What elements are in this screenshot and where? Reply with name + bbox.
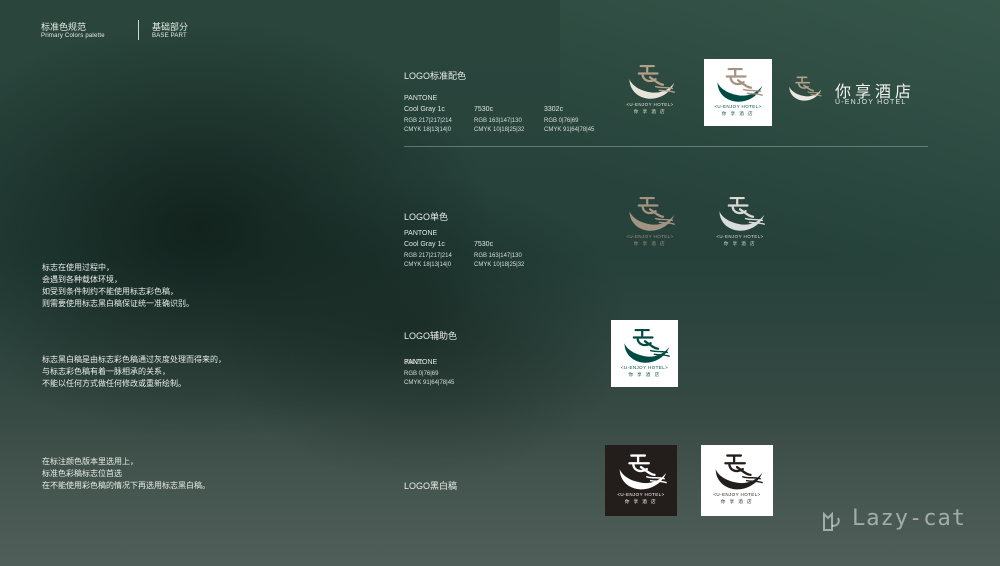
- mono-pantone: PANTONE: [404, 230, 438, 237]
- logo-caption-en: <U-ENJOY HOTEL>: [620, 365, 669, 370]
- logo-aux-on-white: <U-ENJOY HOTEL> 你 享 酒 店: [611, 320, 678, 387]
- logo-standard-on-white: <U-ENJOY HOTEL> 你 享 酒 店: [704, 59, 772, 126]
- standard-col3-name: 3302c: [544, 106, 564, 113]
- logo-caption-cn: 你 享 酒 店: [723, 241, 757, 246]
- standard-col3-cmyk: CMYK 91|64|78|45: [544, 127, 595, 133]
- mono-col1-cmyk: CMYK 18|13|14|0: [404, 262, 452, 268]
- standard-col2-rgb: RGB 163|147|130: [474, 118, 522, 124]
- mono-col2-name: 7530c: [474, 241, 494, 248]
- standard-title: LOGO标准配色: [404, 71, 467, 81]
- standard-col1-cmyk: CMYK 18|13|14|0: [404, 127, 452, 133]
- aux-cmyk: CMYK 91|64|78|45: [404, 380, 455, 386]
- logo-caption-en: <U-ENJOY HOTEL>: [714, 104, 762, 109]
- standard-col3-rgb: RGB 0|76|69: [544, 118, 579, 124]
- logo-mono-tan: <U-ENJOY HOTEL> 你 享 酒 店: [618, 192, 682, 247]
- section-title: 标准色规范: [41, 22, 87, 32]
- logo-caption-cn: 你 享 酒 店: [633, 109, 667, 114]
- wordmark-en: U-ENJOY HOTEL: [835, 99, 907, 106]
- logo-caption-en: <U-ENJOY HOTEL>: [716, 234, 764, 239]
- note-grayscale: 标志黑白稿是由标志彩色稿通过灰度处理而得来的， 与标志彩色稿有着一脉相承的关系，…: [42, 355, 226, 388]
- logo-horizontal-mark: [784, 72, 824, 106]
- logo-bw-on-black: <U-ENJOY HOTEL> 你 享 酒 店: [605, 445, 677, 516]
- mono-col1-name: Cool Gray 1c: [404, 241, 445, 248]
- header-divider: [138, 20, 139, 40]
- standard-pantone: PANTONE: [404, 95, 438, 102]
- section-divider: [404, 146, 928, 147]
- part-title: 基础部分: [152, 22, 189, 32]
- moon-logo-icon: [710, 63, 766, 105]
- moon-logo-icon: [622, 192, 678, 234]
- section-subtitle: Primary Colors palette: [41, 33, 105, 39]
- moon-logo-icon: [612, 449, 670, 493]
- logo-caption-cn: 你 享 酒 店: [624, 499, 658, 504]
- mono-col2-rgb: RGB 163|147|130: [474, 253, 522, 259]
- mono-col1-rgb: RGB 217|217|214: [404, 253, 452, 259]
- bw-title: LOGO黑白稿: [404, 481, 458, 491]
- cat-icon: [818, 506, 846, 534]
- logo-bw-on-white: <U-ENJOY HOTEL> 你 享 酒 店: [701, 445, 773, 516]
- note-usage: 标志在使用过程中， 会遇到各种载体环境， 如受到条件制约不能使用标志彩色稿， 则…: [42, 263, 194, 308]
- standard-col1-name: Cool Gray 1c: [404, 106, 445, 113]
- logo-caption-en: <U-ENJOY HOTEL>: [626, 102, 674, 107]
- standard-col1-rgb: RGB 217|217|214: [404, 118, 452, 124]
- moon-logo-icon: [622, 60, 678, 102]
- watermark-text: Lazy-cat: [852, 506, 966, 531]
- logo-caption-cn: 你 享 酒 店: [720, 499, 754, 504]
- logo-caption-en: <U-ENJOY HOTEL>: [617, 492, 665, 497]
- logo-standard-on-dark: <U-ENJOY HOTEL> 你 享 酒 店: [618, 60, 682, 115]
- logo-caption-en: <U-ENJOY HOTEL>: [626, 234, 674, 239]
- standard-col2-name: 7530c: [474, 106, 494, 113]
- logo-caption-cn: 你 享 酒 店: [633, 241, 667, 246]
- aux-name: 3302c: [404, 359, 424, 366]
- aux-title: LOGO辅助色: [404, 331, 458, 341]
- moon-logo-icon: [708, 449, 766, 493]
- logo-caption-cn: 你 享 酒 店: [628, 372, 661, 377]
- moon-logo-icon: [784, 72, 824, 104]
- note-selection: 在标注颜色版本里选用上， 标准色彩稿标志位首选 在不能使用彩色稿的情况下再选用标…: [42, 457, 210, 490]
- standard-col2-cmyk: CMYK 10|18|25|32: [474, 127, 525, 133]
- logo-caption-cn: 你 享 酒 店: [721, 111, 755, 116]
- logo-caption-en: <U-ENJOY HOTEL>: [713, 492, 761, 497]
- aux-rgb: RGB 0|76|69: [404, 371, 439, 377]
- moon-logo-icon: [617, 324, 673, 366]
- logo-mono-gray: <U-ENJOY HOTEL> 你 享 酒 店: [708, 192, 772, 247]
- mono-col2-cmyk: CMYK 10|18|25|32: [474, 262, 525, 268]
- moon-logo-icon: [712, 192, 768, 234]
- part-subtitle: BASE PART: [152, 33, 187, 39]
- mono-title: LOGO单色: [404, 212, 449, 222]
